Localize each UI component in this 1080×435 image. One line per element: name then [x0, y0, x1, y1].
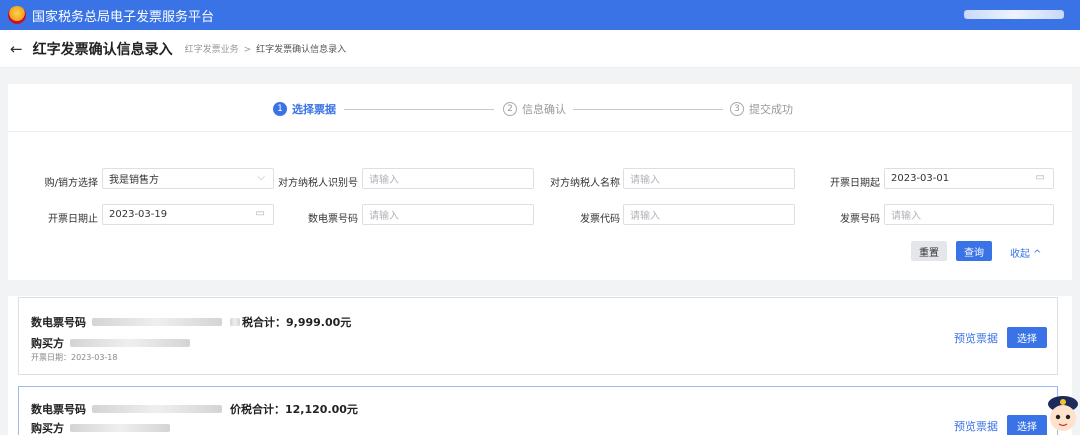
- step-label: 提交成功: [749, 103, 793, 116]
- invoice-date: 开票日期：2023-03-18: [31, 353, 118, 362]
- counterparty-id-input[interactable]: 请输入: [362, 168, 534, 189]
- e-invoice-no-input[interactable]: 请输入: [362, 204, 534, 225]
- invoice-number-label: 数电票号码: [31, 316, 86, 329]
- step-2: 2 信息确认: [503, 101, 566, 117]
- buyer-label: 购买方: [31, 422, 64, 435]
- date-from-label: 开票日期起: [830, 178, 880, 189]
- buyer-seller-value: 我是销售方: [109, 175, 159, 186]
- step-number: 2: [503, 102, 517, 116]
- invoice-card: 数电票号码 税合计：9,999.00元 购买方 开票日期：2023-03-18 …: [18, 297, 1058, 375]
- invoice-code-label: 发票代码: [580, 214, 620, 225]
- breadcrumb: 红字发票业务 > 红字发票确认信息录入: [185, 42, 347, 55]
- placeholder: 请输入: [369, 175, 399, 186]
- query-button[interactable]: 查询: [956, 241, 992, 261]
- breadcrumb-item-red-invoice[interactable]: 红字发票业务: [185, 45, 239, 55]
- invoice-total: 税合计：9,999.00元: [242, 316, 352, 329]
- buyer-row: 购买方: [31, 335, 190, 351]
- placeholder: 请输入: [630, 211, 660, 222]
- buyer-name-blurred: [70, 339, 190, 347]
- step-label: 信息确认: [522, 103, 566, 116]
- date-to-value: 2023-03-19: [109, 209, 168, 220]
- select-button[interactable]: 选择: [1007, 415, 1047, 435]
- reset-button[interactable]: 重置: [911, 241, 947, 261]
- step-number: 1: [273, 102, 287, 116]
- invoice-no-input[interactable]: 请输入: [884, 204, 1054, 225]
- user-info-blurred[interactable]: [964, 10, 1064, 19]
- buyer-seller-label: 购/销方选择: [44, 178, 98, 189]
- invoice-number-row: 数电票号码 税合计：9,999.00元: [31, 314, 351, 330]
- date-from-picker[interactable]: 2023-03-01 ▭: [884, 168, 1054, 189]
- step-label: 选择票据: [292, 103, 336, 116]
- invoice-no-label: 发票号码: [840, 214, 880, 225]
- preview-invoice-link[interactable]: 预览票据: [954, 330, 998, 346]
- date-from-value: 2023-03-01: [891, 173, 950, 184]
- page-header: ← 红字发票确认信息录入 红字发票业务 > 红字发票确认信息录入: [0, 30, 1080, 68]
- section-gap: [8, 280, 1072, 296]
- step-connector: [344, 109, 494, 110]
- invoice-number-row: 数电票号码 价税合计：12,120.00元: [31, 401, 358, 417]
- step-progress: 1 选择票据 2 信息确认 3 提交成功: [8, 84, 1072, 132]
- invoice-number-label: 数电票号码: [31, 403, 86, 416]
- date-to-label: 开票日期止: [48, 214, 98, 225]
- collapse-toggle[interactable]: 收起 ^: [1010, 245, 1042, 260]
- invoice-number-blurred: [92, 405, 222, 413]
- calendar-icon: ▭: [1035, 172, 1045, 183]
- tax-emblem-icon: [8, 6, 26, 24]
- step-number: 3: [730, 102, 744, 116]
- preview-invoice-link[interactable]: 预览票据: [954, 418, 998, 434]
- breadcrumb-separator: >: [243, 45, 252, 55]
- top-bar: 国家税务总局电子发票服务平台: [0, 0, 1080, 30]
- platform-name: 国家税务总局电子发票服务平台: [32, 9, 215, 25]
- assistant-avatar-icon[interactable]: [1046, 392, 1080, 435]
- placeholder: 请输入: [891, 211, 921, 222]
- counterparty-id-label: 对方纳税人识别号: [278, 178, 358, 189]
- invoice-card: 数电票号码 价税合计：12,120.00元 购买方 预览票据 选择: [18, 386, 1058, 435]
- invoice-total: 价税合计：12,120.00元: [230, 403, 358, 416]
- placeholder: 请输入: [369, 211, 399, 222]
- buyer-name-blurred: [70, 424, 170, 432]
- main-card: 1 选择票据 2 信息确认 3 提交成功 购/销方选择 我是销售方 ⌵ 对方纳税…: [8, 84, 1072, 435]
- e-invoice-no-label: 数电票号码: [308, 214, 358, 225]
- placeholder: 请输入: [630, 175, 660, 186]
- buyer-label: 购买方: [31, 337, 64, 350]
- blurred-text: [230, 318, 240, 326]
- page-title: 红字发票确认信息录入: [32, 41, 173, 58]
- counterparty-name-label: 对方纳税人名称: [550, 178, 620, 189]
- step-1: 1 选择票据: [273, 101, 336, 117]
- invoice-number-blurred: [92, 318, 222, 326]
- buyer-row: 购买方: [31, 420, 170, 435]
- back-arrow-icon[interactable]: ←: [10, 40, 23, 58]
- step-connector: [573, 109, 723, 110]
- step-3: 3 提交成功: [730, 101, 793, 117]
- select-button[interactable]: 选择: [1007, 327, 1047, 348]
- breadcrumb-item-current: 红字发票确认信息录入: [256, 45, 347, 55]
